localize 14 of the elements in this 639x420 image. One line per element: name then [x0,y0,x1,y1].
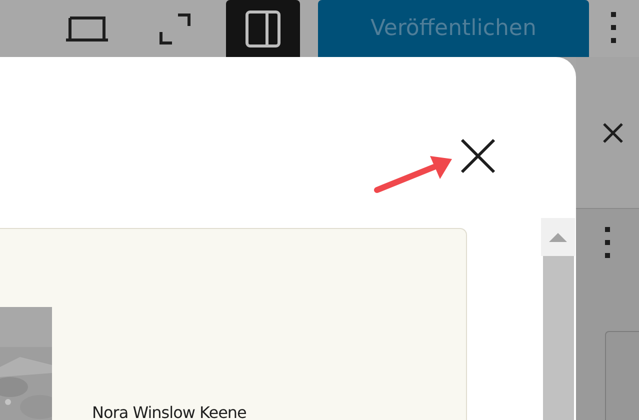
close-icon [602,122,624,144]
sidebar-toggle-button[interactable] [226,0,300,57]
scrollbar-thumb[interactable] [543,256,574,420]
up-arrow-icon [549,232,567,242]
fullscreen-icon [158,12,191,44]
sidebar-icon [245,10,282,48]
scrollbar[interactable] [541,218,575,420]
author-name: Nora Winslow Keene [92,403,246,420]
laptop-icon [64,14,110,42]
publish-button[interactable]: Veröffentlichen [318,0,590,57]
close-icon [460,138,496,174]
close-button[interactable] [458,136,498,176]
more-icon [604,227,610,261]
more-icon [611,12,618,46]
